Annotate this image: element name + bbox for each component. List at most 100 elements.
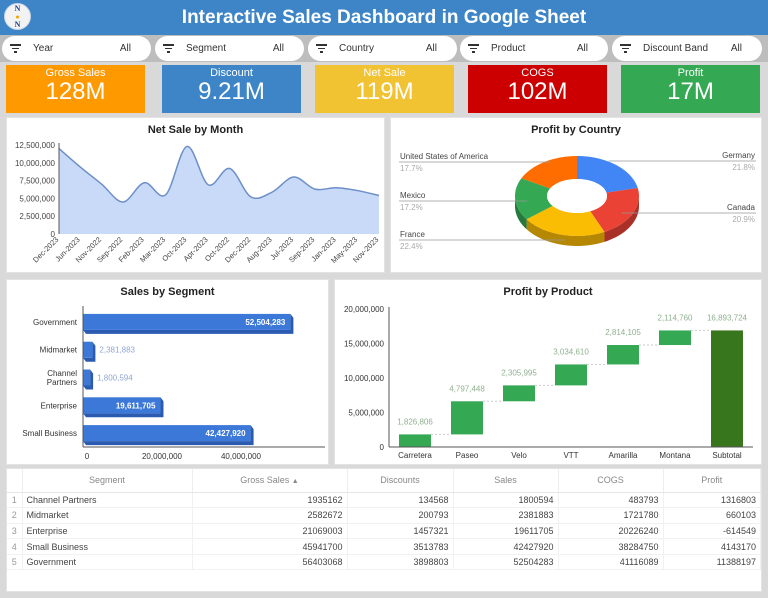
sort-ascending-icon: ▲ (291, 478, 299, 486)
slice-label: United States of America (400, 152, 489, 161)
table-cell: 134568 (347, 492, 454, 509)
filter-icon (467, 44, 479, 53)
y-category-label: Partners (47, 378, 77, 387)
slice-percent: 22.4% (400, 242, 423, 251)
x-tick-label: Amarilla (609, 451, 638, 460)
dashboard-header: N ● N Interactive Sales Dashboard in Goo… (0, 0, 768, 35)
kpi-value: 9.21M (198, 78, 265, 105)
slice-percent: 17.2% (400, 203, 423, 212)
sales-segment-bar-chart: 52,504,283 Government 2,381,883 Midmarket 1,… (22, 306, 325, 461)
table-cell: 3513783 (347, 538, 454, 555)
row-index: 2 (7, 507, 23, 524)
y-tick-label: 0 (380, 443, 385, 452)
y-tick-label: 20,000,000 (344, 305, 385, 314)
page-title: Interactive Sales Dashboard in Google Sh… (181, 6, 587, 28)
row-index: 5 (7, 554, 23, 571)
net-sale-area-chart: 02,500,0005,000,0007,500,00010,000,00012… (15, 141, 380, 265)
x-tick-label: 0 (85, 452, 90, 461)
table-row[interactable]: 1 Channel Partners 1935162 134568 1800594 483… (7, 492, 761, 509)
slice-label: Germany (722, 151, 755, 160)
table-row[interactable]: 2 Midmarket 2582672 200793 2381883 1721780 660… (7, 507, 761, 524)
kpi-value: 128M (45, 78, 106, 105)
filter-country[interactable]: Country All (308, 36, 457, 61)
column-header-cogs[interactable]: COGS (558, 469, 664, 493)
table-row[interactable]: 3 Enterprise 21069003 1457321 19611705 202262… (7, 523, 761, 540)
filter-bar: Year All Segment All Country All Product… (0, 35, 768, 62)
bar-data-label: 2,814,105 (605, 328, 641, 337)
logo-letter-bottom: N (14, 19, 21, 29)
segment-table-panel: Segment Gross Sales ▲ Discounts Sales CO… (6, 468, 762, 592)
column-header-sales[interactable]: Sales (453, 469, 559, 493)
bar-paseo (451, 401, 483, 435)
filter-label: Segment (186, 43, 227, 54)
x-tick-label: Paseo (456, 451, 479, 460)
kpi-row: Gross Sales 128M Discount 9.21M Net Sale… (0, 62, 768, 114)
filter-value: All (425, 43, 437, 54)
table-cell: Government (22, 554, 193, 571)
profit-by-product-panel: Profit by Product 0 5,000,000 10,000,000 15… (334, 279, 762, 465)
table-cell: 3898803 (347, 554, 454, 571)
table-cell: 19611705 (453, 523, 559, 540)
table-cell: 660103 (663, 507, 761, 524)
net-sale-by-month-panel: Net Sale by Month 0 2,500,000 5,000,000 7,5… (6, 117, 385, 273)
row-index: 1 (7, 492, 23, 509)
bar-data-label: 1,826,806 (397, 417, 433, 426)
filter-year[interactable]: Year All (2, 36, 151, 61)
x-tick-label: Montana (659, 451, 691, 460)
filter-label: Country (339, 43, 375, 54)
kpi-value: 102M (507, 78, 568, 105)
profit-donut-chart: Germany 21.8% Canada 20.9% France 22.4% Mexico… (399, 151, 756, 251)
filter-label: Discount Band (643, 43, 709, 54)
table-cell: 20226240 (558, 523, 664, 540)
table-cell: 1457321 (347, 523, 454, 540)
bar-carretera (399, 434, 431, 447)
table-cell: 1800594 (453, 492, 559, 509)
slice-percent: 20.9% (732, 215, 755, 224)
table-cell: Midmarket (22, 507, 193, 524)
x-tick-label: Carretera (398, 451, 432, 460)
column-header-discounts[interactable]: Discounts (347, 469, 454, 493)
logo-letter-top: N (14, 3, 21, 13)
filter-segment[interactable]: Segment All (155, 36, 304, 61)
slice-percent: 21.8% (732, 163, 755, 172)
filter-discount-band[interactable]: Discount Band All (612, 36, 762, 61)
table-cell: 42427920 (453, 538, 559, 555)
table-cell: 4143170 (663, 538, 761, 555)
table-cell: 56403068 (192, 554, 348, 571)
y-category-label: Midmarket (40, 346, 78, 355)
table-cell: 11388197 (663, 554, 761, 571)
bar-midmarket (83, 341, 93, 358)
x-tick-label: Velo (511, 451, 527, 460)
profit-waterfall-chart: 0 5,000,000 10,000,000 15,000,000 20,000,000… (344, 305, 753, 460)
table-row[interactable]: 5 Government 56403068 3898803 52504283 411160… (7, 554, 761, 571)
kpi-cogs: COGS 102M (468, 65, 607, 113)
filter-value: All (730, 43, 742, 54)
bar-amarilla (607, 345, 639, 365)
bar-vtt (555, 364, 587, 386)
slice-label: Canada (727, 203, 756, 212)
y-tick-label: 15,000,000 (344, 340, 385, 349)
table-row[interactable]: 4 Small Business 45941700 3513783 42427920 38… (7, 538, 761, 555)
bar-subtotal (711, 330, 743, 447)
table-cell: 1316803 (663, 492, 761, 509)
bar-data-label: 2,381,883 (99, 346, 135, 355)
x-tick-label: Subtotal (712, 451, 742, 460)
column-header-profit[interactable]: Profit (663, 469, 761, 493)
y-category-label: Enterprise (41, 401, 78, 410)
column-header-segment[interactable]: Segment (22, 469, 193, 493)
profit-by-country-panel: Profit by Country Germany 21.8% Canada 20.9… (390, 117, 762, 273)
table-cell: 1935162 (192, 492, 348, 509)
donut-hole (547, 179, 607, 213)
kpi-value: 17M (667, 78, 714, 105)
bar-data-label: 19,611,705 (116, 401, 156, 410)
y-tick-label: 2,500,000 (19, 212, 55, 221)
row-index: 4 (7, 538, 23, 555)
filter-product[interactable]: Product All (460, 36, 608, 61)
bar-data-label: 42,427,920 (206, 429, 247, 438)
table-cell: Small Business (22, 538, 193, 555)
y-tick-label: 5,000,000 (348, 409, 384, 418)
slice-label: France (400, 230, 425, 239)
y-tick-label: 5,000,000 (19, 194, 55, 203)
filter-value: All (272, 43, 284, 54)
column-header-gross-sales[interactable]: Gross Sales ▲ (192, 469, 348, 493)
